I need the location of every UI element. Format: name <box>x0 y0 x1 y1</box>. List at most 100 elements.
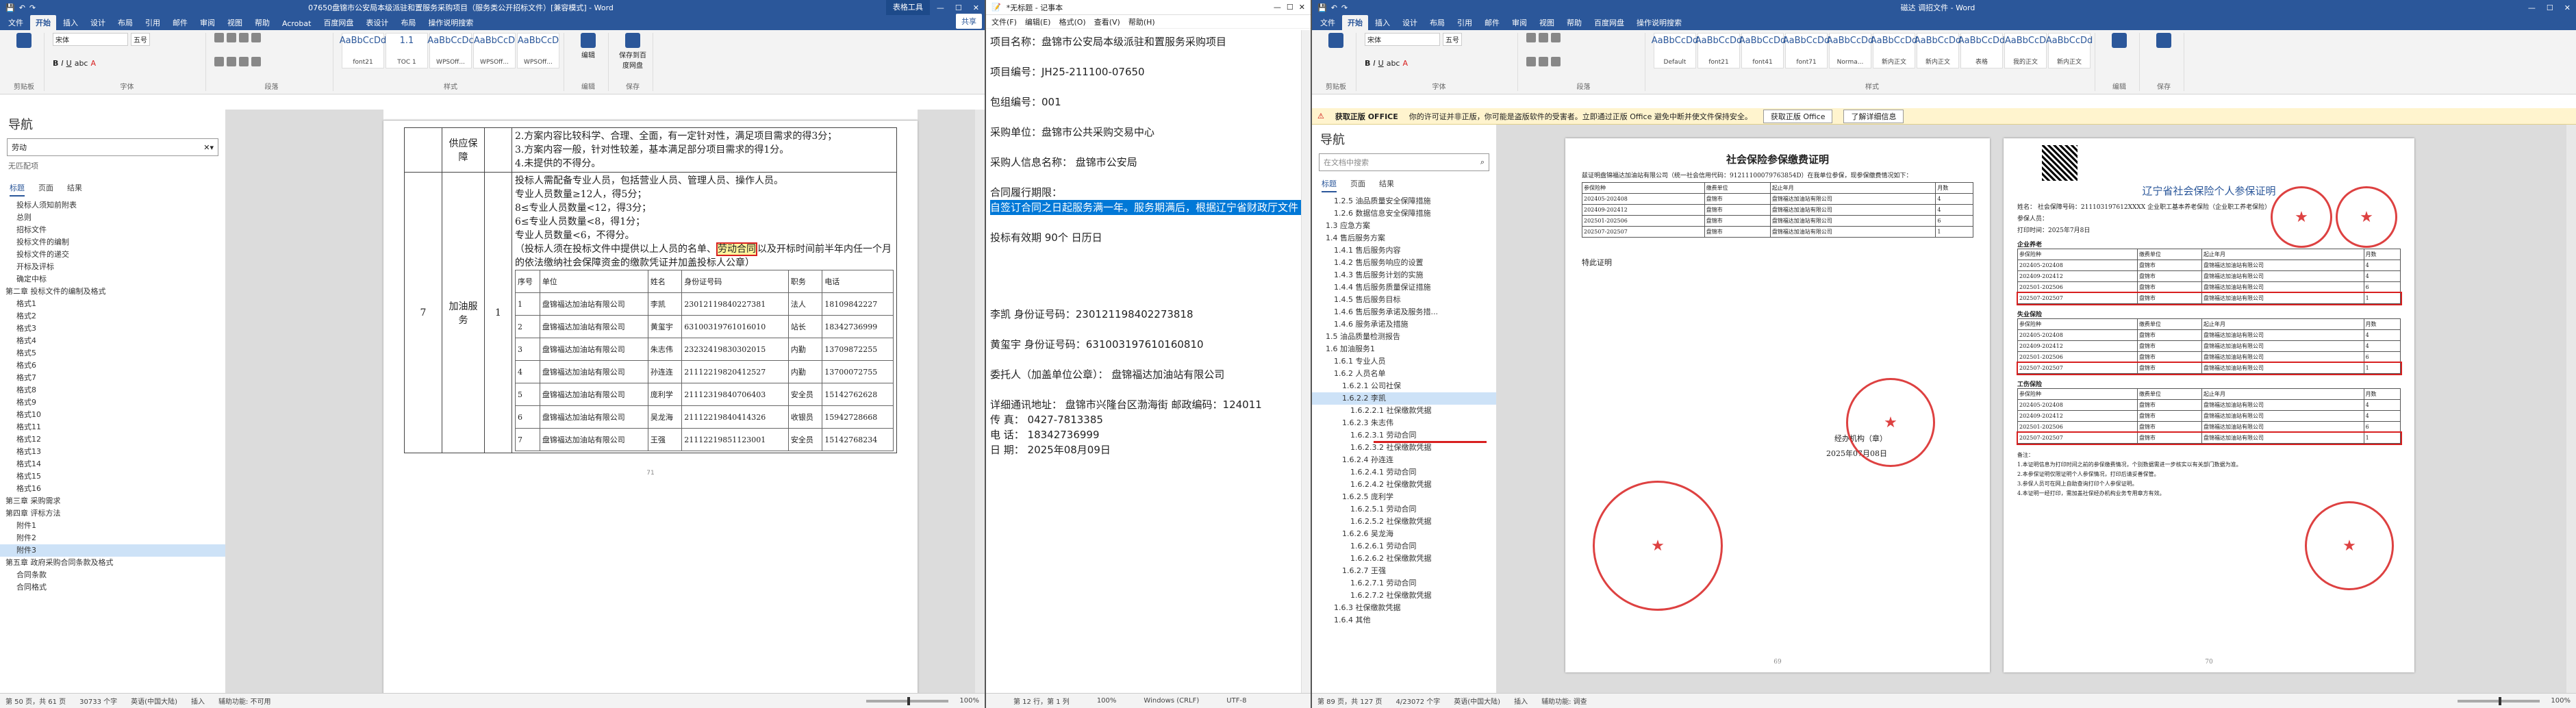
font-name-select[interactable]: 宋体 <box>1365 33 1440 46</box>
nav-heading-item[interactable]: 1.6.2.4 孙连连 <box>1312 454 1496 466</box>
tab-baidu-netdisk[interactable]: 百度网盘 <box>318 15 359 30</box>
tab-file[interactable]: 文件 <box>3 15 29 30</box>
tab-baidu-netdisk[interactable]: 百度网盘 <box>1589 15 1630 30</box>
tell-me-search[interactable]: 操作说明搜索 <box>422 15 479 30</box>
insert-mode[interactable]: 插入 <box>191 696 205 706</box>
minimize-icon[interactable]: — <box>1274 3 1281 12</box>
nav-heading-item[interactable]: 1.6.2.2 李凯 <box>1312 392 1496 405</box>
horizontal-ruler[interactable] <box>383 110 918 121</box>
accessibility-status[interactable]: 辅助功能: 不可用 <box>218 696 271 706</box>
indent-icon[interactable] <box>1551 33 1561 42</box>
minimize-icon[interactable]: — <box>937 3 944 12</box>
nav-heading-item[interactable]: 格式6 <box>0 359 225 372</box>
nav-heading-item[interactable]: 1.6.2.7 王强 <box>1312 565 1496 577</box>
language[interactable]: 英语(中国大陆) <box>1454 696 1500 706</box>
align-left-icon[interactable] <box>1526 57 1536 66</box>
nav-heading-item[interactable]: 1.6.2.5.1 劳动合同 <box>1312 503 1496 516</box>
style-option[interactable]: AaBbCcDc WPSOff... <box>427 33 474 68</box>
tab-design[interactable]: 设计 <box>85 15 111 30</box>
insert-mode[interactable]: 插入 <box>1514 696 1528 706</box>
nav-heading-item[interactable]: 附件1 <box>0 520 225 532</box>
nav-heading-item[interactable]: 第四章 评标方法 <box>0 507 225 520</box>
nav-heading-item[interactable]: 附件3 <box>0 544 225 557</box>
tell-me-search[interactable]: 操作说明搜索 <box>1631 15 1687 30</box>
nav-heading-item[interactable]: 1.6 加油服务1 <box>1312 343 1496 355</box>
nav-heading-item[interactable]: 格式5 <box>0 347 225 359</box>
style-option[interactable]: AaBbCcDd font71 <box>1783 33 1830 68</box>
learn-more-button[interactable]: 了解详细信息 <box>1843 109 1904 123</box>
maximize-icon[interactable]: ☐ <box>955 3 962 12</box>
save-icon[interactable]: 💾 <box>1317 3 1327 12</box>
tab-references[interactable]: 引用 <box>1452 15 1478 30</box>
style-option[interactable]: 1.1 TOC 1 <box>386 33 428 68</box>
style-option[interactable]: AaBbCcDd 表格 <box>1958 33 2005 68</box>
nav-heading-item[interactable]: 投标文件的编制 <box>0 236 225 249</box>
font-color-icon[interactable]: A <box>90 59 96 68</box>
paste-button[interactable] <box>8 33 40 48</box>
tab-layout[interactable]: 布局 <box>112 15 138 30</box>
nav-heading-item[interactable]: 1.5 油品质量检测报告 <box>1312 331 1496 343</box>
zoom-level[interactable]: 100% <box>2551 697 2571 705</box>
tab-view[interactable]: 视图 <box>222 15 248 30</box>
nav-heading-item[interactable]: 1.4.6 售后服务承诺及服务措... <box>1312 306 1496 318</box>
clear-icon[interactable]: ✕ <box>203 143 210 152</box>
menu-view[interactable]: 查看(V) <box>1094 16 1120 27</box>
maximize-icon[interactable]: ☐ <box>2547 3 2553 12</box>
nav-heading-item[interactable]: 附件2 <box>0 532 225 544</box>
nav-search-box[interactable]: 劳动 ✕ ▾ <box>7 138 218 156</box>
nav-tab-pages[interactable]: 页面 <box>38 182 53 197</box>
bullets-icon[interactable] <box>214 33 224 42</box>
nav-heading-item[interactable]: 格式10 <box>0 409 225 421</box>
nav-tab-headings[interactable]: 标题 <box>10 182 25 197</box>
align-right-icon[interactable] <box>239 57 249 66</box>
align-left-icon[interactable] <box>214 57 224 66</box>
bold-button[interactable]: B <box>1365 59 1370 68</box>
nav-heading-item[interactable]: 1.4.4 售后服务质量保证措施 <box>1312 281 1496 294</box>
nav-heading-item[interactable]: 1.3 应急方案 <box>1312 220 1496 232</box>
notepad-scrollbar[interactable] <box>1301 30 1311 693</box>
share-button[interactable]: 共享 <box>956 14 982 29</box>
redo-icon[interactable]: ↷ <box>29 3 36 12</box>
nav-heading-item[interactable]: 1.4 售后服务方案 <box>1312 232 1496 244</box>
italic-button[interactable]: I <box>61 59 63 68</box>
tab-table-design[interactable]: 表设计 <box>360 15 394 30</box>
nav-heading-item[interactable]: 招标文件 <box>0 224 225 236</box>
font-name-select[interactable]: 宋体 <box>53 33 128 46</box>
menu-file[interactable]: 文件(F) <box>992 16 1017 27</box>
nav-heading-item[interactable]: 格式16 <box>0 483 225 495</box>
tab-home[interactable]: 开始 <box>1342 15 1368 30</box>
nav-heading-item[interactable]: 格式8 <box>0 384 225 396</box>
nav-heading-item[interactable]: 1.6.2.5.2 社保缴款凭据 <box>1312 516 1496 528</box>
bold-button[interactable]: B <box>53 59 58 68</box>
nav-heading-item[interactable]: 1.4.6 服务承诺及措施 <box>1312 318 1496 331</box>
close-icon[interactable]: ✕ <box>1299 3 1305 12</box>
menu-help[interactable]: 帮助(H) <box>1128 16 1155 27</box>
style-option[interactable]: AaBbCcDd 新内正文 <box>1871 33 1917 68</box>
nav-heading-item[interactable]: 1.6.2.3 朱志伟 <box>1312 417 1496 429</box>
page-count[interactable]: 第 89 页，共 127 页 <box>1317 696 1382 706</box>
nav-heading-item[interactable]: 投标人须知前附表 <box>0 199 225 212</box>
nav-heading-item[interactable]: 格式2 <box>0 310 225 323</box>
tab-insert[interactable]: 插入 <box>58 15 84 30</box>
undo-icon[interactable]: ↶ <box>19 3 25 12</box>
nav-search-box[interactable]: 在文档中搜索 ⌕ <box>1319 153 1489 171</box>
chevron-down-icon[interactable]: ▾ <box>210 143 214 152</box>
save-to-netdisk-button[interactable] <box>2148 33 2180 48</box>
tab-review[interactable]: 审阅 <box>1506 15 1532 30</box>
strikethrough-button[interactable]: abc <box>1387 59 1400 68</box>
style-option[interactable]: AaBbCcDd 新内正文 <box>2046 33 2093 68</box>
style-option[interactable]: AaBbCcDd font41 <box>1739 33 1786 68</box>
nav-heading-item[interactable]: 第五章 政府采购合同条款及格式 <box>0 557 225 569</box>
nav-heading-item[interactable]: 1.4.2 售后服务响应的设置 <box>1312 257 1496 269</box>
nav-tab-headings[interactable]: 标题 <box>1322 178 1337 192</box>
style-option[interactable]: AaBbCcDd font21 <box>1695 33 1742 68</box>
zoom-slider[interactable] <box>866 696 949 705</box>
nav-heading-item[interactable]: 格式7 <box>0 372 225 384</box>
nav-tab-pages[interactable]: 页面 <box>1350 178 1365 192</box>
nav-heading-item[interactable]: 1.6.2.4.2 社保缴款凭据 <box>1312 479 1496 491</box>
paste-button[interactable] <box>1320 33 1352 48</box>
nav-tab-results[interactable]: 结果 <box>67 182 82 197</box>
nav-heading-item[interactable]: 总则 <box>0 212 225 224</box>
nav-heading-item[interactable]: 1.6.2.7.2 社保缴款凭据 <box>1312 590 1496 602</box>
nav-heading-item[interactable]: 1.6.2 人员名单 <box>1312 368 1496 380</box>
